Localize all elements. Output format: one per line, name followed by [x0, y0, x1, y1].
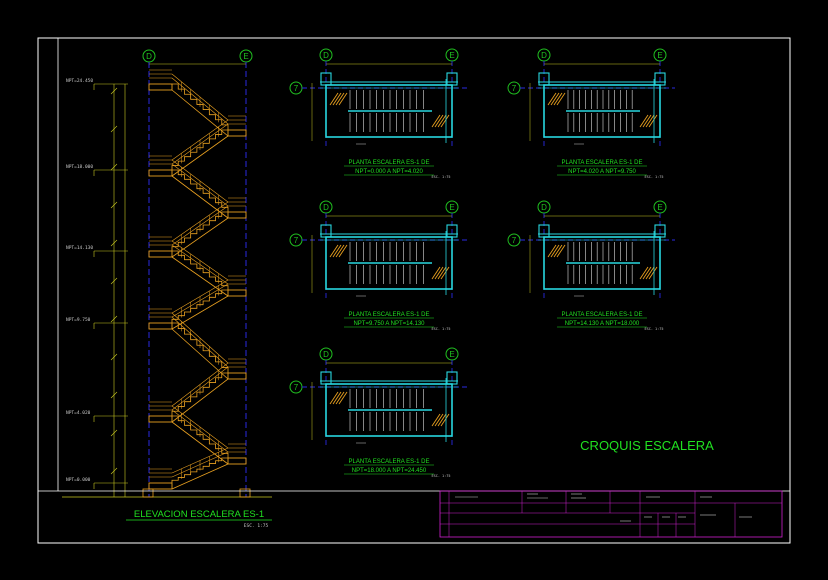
drawing-background [0, 0, 828, 580]
plan-1-title-line1: PLANTA ESCALERA ES-1 DE [349, 160, 430, 166]
plan-5-scale: ESC. 1:75 [432, 474, 451, 478]
plan-2-title-line2: NPT=4.020 A NPT=9.750 [568, 169, 636, 175]
plan-5-bubble-7-label: 7 [294, 383, 299, 392]
grid-bubble-e-label: E [243, 52, 248, 61]
elevation-title: ELEVACION ESCALERA ES-1 [134, 509, 264, 520]
level-label-4: NPT=4.020 [66, 410, 91, 416]
plan-2-scale: ESC. 1:75 [645, 175, 664, 179]
plan-1-bubble-7-label: 7 [294, 84, 299, 93]
plan-1-bubble-d-label: D [323, 51, 329, 60]
plan-4-bubble-e-label: E [657, 203, 662, 212]
plan-5-title-line2: NPT=18.000 A NPT=24.450 [352, 468, 427, 474]
plan-4-bubble-7-label: 7 [512, 236, 517, 245]
plan-3-bubble-7-label: 7 [294, 236, 299, 245]
level-label-3: NPT=9.750 [66, 317, 91, 323]
cad-drawing-sheet: D E NPT=24.450 NPT=18.000 NPT=14.130 NPT=9.75… [0, 0, 828, 580]
plan-3-title-line2: NPT=9.750 A NPT=14.130 [353, 321, 425, 327]
plan-4-title-line2: NPT=14.130 A NPT=18.000 [565, 321, 640, 327]
elevation-scale: ESC. 1:75 [244, 523, 269, 529]
level-label-0: NPT=24.450 [66, 78, 93, 84]
plan-2-bubble-d-label: D [541, 51, 547, 60]
level-label-1: NPT=18.000 [66, 164, 93, 170]
plan-2-bubble-e-label: E [657, 51, 662, 60]
plan-3-title-line1: PLANTA ESCALERA ES-1 DE [349, 312, 430, 318]
plan-5-title-line1: PLANTA ESCALERA ES-1 DE [349, 459, 430, 465]
plan-3-bubble-d-label: D [323, 203, 329, 212]
plan-3-bubble-e-label: E [449, 203, 454, 212]
plan-3-scale: ESC. 1:75 [432, 327, 451, 331]
plan-4-scale: ESC. 1:75 [645, 327, 664, 331]
grid-bubble-d-label: D [146, 52, 152, 61]
plan-1-bubble-e-label: E [449, 51, 454, 60]
plan-4-title-line1: PLANTA ESCALERA ES-1 DE [562, 312, 643, 318]
level-label-2: NPT=14.130 [66, 245, 93, 251]
plan-2-title-line1: PLANTA ESCALERA ES-1 DE [562, 160, 643, 166]
plan-2-bubble-7-label: 7 [512, 84, 517, 93]
plan-5-bubble-e-label: E [449, 350, 454, 359]
sheet-title: CROQUIS ESCALERA [580, 438, 714, 453]
plan-5-bubble-d-label: D [323, 350, 329, 359]
level-label-5: NPT=0.000 [66, 477, 91, 483]
plan-4-bubble-d-label: D [541, 203, 547, 212]
plan-1-title-line2: NPT=0.000 A NPT=4.020 [355, 169, 423, 175]
plan-1-scale: ESC. 1:75 [432, 175, 451, 179]
